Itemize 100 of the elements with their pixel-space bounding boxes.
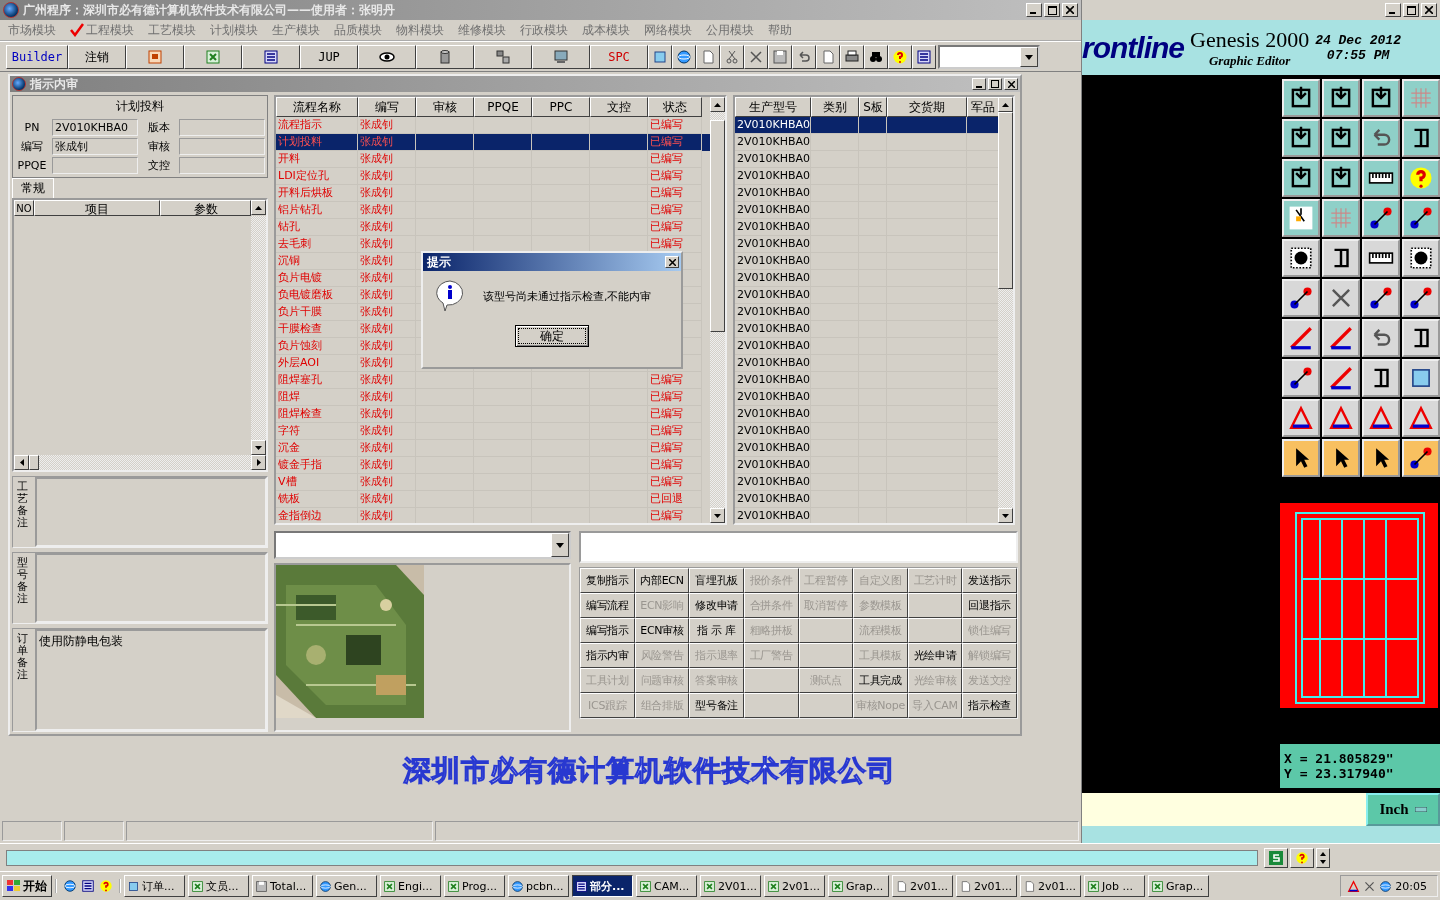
maximize-button[interactable] (1044, 3, 1060, 17)
column-header[interactable]: 生产型号 (735, 97, 811, 117)
column-header[interactable]: 文控 (590, 97, 648, 117)
close-button[interactable] (1004, 78, 1018, 90)
tool-button[interactable] (1362, 159, 1400, 197)
text-field[interactable] (179, 157, 265, 174)
toolbar-button[interactable]: 注销 (68, 45, 126, 69)
table-row[interactable]: 2V010KHBA0 (735, 321, 998, 338)
column-header[interactable]: 状态 (648, 97, 702, 117)
table-row[interactable]: 2V010KHBA0 (735, 389, 998, 406)
column-header[interactable]: 类别 (811, 97, 859, 117)
column-header[interactable]: 项目 (34, 200, 160, 216)
toolbar-button[interactable] (696, 45, 720, 69)
tool-button[interactable] (1362, 199, 1400, 237)
toolbar-button[interactable] (912, 45, 936, 69)
action-button[interactable]: 工具完成 (853, 668, 908, 693)
text-field[interactable] (179, 138, 265, 155)
remark-field[interactable] (35, 553, 267, 623)
table-row[interactable]: 2V010KHBA0 (735, 474, 998, 491)
toolbar-button[interactable]: SPC (590, 45, 648, 69)
toolbar-button[interactable]: Builder (6, 45, 68, 69)
taskbar-button[interactable]: 2v01... (892, 875, 953, 898)
close-button[interactable] (1421, 3, 1437, 17)
toolbar-button[interactable] (888, 45, 912, 69)
toolbar-button[interactable] (816, 45, 840, 69)
scrollbar-thumb[interactable] (29, 455, 39, 470)
tool-button[interactable] (1282, 239, 1320, 277)
toolbar-button[interactable] (792, 45, 816, 69)
action-button[interactable]: 回退指示 (962, 593, 1017, 618)
toolbar-button[interactable] (416, 45, 474, 69)
taskbar-button[interactable]: 订单... (124, 875, 185, 898)
scroll-down-button[interactable] (251, 440, 266, 455)
table-row[interactable]: 2V010KHBA0 (735, 270, 998, 287)
quick-launch-button[interactable] (99, 879, 113, 894)
table-row[interactable]: 2V010KHBA0 (735, 491, 998, 508)
table-row[interactable]: 2V010KHBA0 (735, 253, 998, 270)
toolbar-button[interactable] (768, 45, 792, 69)
column-header[interactable]: 编写 (358, 97, 416, 117)
action-button[interactable]: 指示检查 (962, 693, 1017, 718)
text-field[interactable]: 张成钊 (52, 138, 138, 155)
spin-button[interactable] (1316, 847, 1330, 868)
blank-button[interactable] (798, 643, 854, 668)
column-header[interactable]: 交货期 (887, 97, 967, 117)
action-button[interactable]: 指 示 库 (689, 618, 744, 643)
column-header[interactable]: PPC (532, 97, 590, 117)
toolbar-button[interactable] (672, 45, 696, 69)
scroll-up-button[interactable] (998, 97, 1013, 112)
close-button[interactable] (1062, 3, 1078, 17)
remark-field[interactable] (35, 477, 267, 547)
toolbar-button[interactable] (744, 45, 768, 69)
scroll-up-button[interactable] (251, 200, 266, 215)
action-button[interactable]: ECN审核 (634, 618, 690, 643)
taskbar-button[interactable]: Job ... (1084, 875, 1145, 898)
taskbar-button[interactable]: 2v01... (1020, 875, 1081, 898)
scroll-left-button[interactable] (14, 455, 29, 470)
toolbar-dropdown[interactable] (938, 45, 1040, 69)
tool-button[interactable] (1322, 439, 1360, 477)
table-row[interactable]: 2V010KHBA0 (735, 134, 998, 151)
blank-button[interactable] (743, 668, 799, 693)
taskbar-button[interactable]: 文员... (188, 875, 249, 898)
taskbar-button[interactable]: Grap... (828, 875, 889, 898)
table-row[interactable]: 2V010KHBA0 (735, 287, 998, 304)
scroll-right-button[interactable] (251, 455, 266, 470)
maximize-button[interactable] (1403, 3, 1419, 17)
blank-button[interactable] (907, 593, 963, 618)
text-field[interactable] (52, 157, 138, 174)
table-row[interactable]: 2V010KHBA0 (735, 202, 998, 219)
units-button[interactable]: Inch (1366, 793, 1440, 827)
action-button[interactable]: 发送指示 (962, 568, 1017, 593)
tool-button[interactable] (1282, 159, 1320, 197)
table-row[interactable]: 2V010KHBA0 (735, 185, 998, 202)
tool-button[interactable] (1322, 399, 1360, 437)
action-button[interactable]: 复制指示 (580, 568, 635, 593)
toolbar-button[interactable] (1264, 847, 1288, 868)
column-header[interactable]: 流程名称 (276, 97, 358, 117)
tool-button[interactable] (1322, 279, 1360, 317)
toolbar-button[interactable] (184, 45, 242, 69)
tool-button[interactable] (1282, 319, 1320, 357)
toolbar-button[interactable] (720, 45, 744, 69)
blank-button[interactable] (743, 693, 799, 718)
maximize-button[interactable] (988, 78, 1002, 90)
action-button[interactable]: 光绘申请 (907, 643, 963, 668)
taskbar-button[interactable]: CAM... (636, 875, 697, 898)
tool-button[interactable] (1322, 239, 1360, 277)
tool-button[interactable] (1282, 359, 1320, 397)
table-row[interactable]: 2V010KHBA0 (735, 117, 998, 134)
tool-button[interactable] (1282, 199, 1320, 237)
close-button[interactable] (665, 256, 679, 268)
taskbar-button[interactable]: pcbn... (508, 875, 569, 898)
table-row[interactable]: 计划投料 张成钊 已编写 (276, 134, 710, 151)
tool-button[interactable] (1402, 319, 1440, 357)
minimize-button[interactable] (972, 78, 986, 90)
table-row[interactable]: 2V010KHBA0 (735, 355, 998, 372)
minimize-button[interactable] (1026, 3, 1042, 17)
action-button[interactable]: 编写指示 (580, 618, 635, 643)
tool-button[interactable] (1362, 279, 1400, 317)
table-row[interactable]: 2V010KHBA0 (735, 440, 998, 457)
scrollbar-thumb[interactable] (998, 112, 1013, 289)
taskbar-button[interactable]: Gen... (316, 875, 377, 898)
taskbar-button[interactable]: 2v01... (956, 875, 1017, 898)
